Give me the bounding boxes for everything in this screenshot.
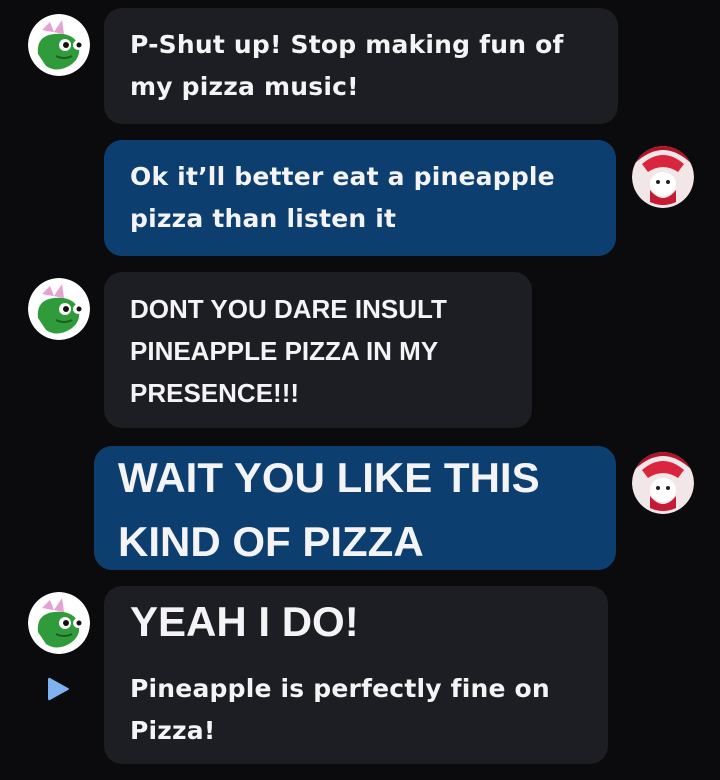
green-character-avatar-icon[interactable]	[28, 278, 90, 340]
message-bubble-1[interactable]: P-Shut up! Stop making fun of my pizza m…	[104, 8, 618, 124]
message-bubble-2[interactable]: Ok it’ll better eat a pineapple pizza th…	[104, 140, 616, 256]
message-bubble-3[interactable]: DONT YOU DARE INSULT PINEAPPLE PIZZA IN …	[104, 272, 532, 428]
message-text-line: WAIT YOU LIKE THIS	[118, 454, 540, 501]
message-text-line: Ok it’ll better eat a pineapple	[130, 162, 555, 191]
message-text-line: Pizza!	[130, 716, 216, 745]
message-heading: YEAH I DO!	[130, 598, 359, 645]
message-text-line: DONT YOU DARE INSULT	[130, 294, 447, 324]
red-character-avatar-icon[interactable]	[632, 452, 694, 514]
message-text-line: PINEAPPLE PIZZA IN MY	[130, 336, 439, 366]
message-text-line: pizza than listen it	[130, 204, 397, 233]
red-character-avatar-icon[interactable]	[632, 146, 694, 208]
message-text-line: KIND OF PIZZA	[118, 518, 424, 565]
message-bubble-5[interactable]: YEAH I DO! Pineapple is perfectly fine o…	[104, 586, 608, 764]
green-character-avatar-icon[interactable]	[28, 14, 90, 76]
message-text-line: PRESENCE!!!	[130, 378, 300, 408]
message-text-line: P-Shut up! Stop making fun of	[130, 30, 564, 59]
green-character-avatar-icon[interactable]	[28, 592, 90, 654]
play-icon[interactable]	[44, 674, 72, 708]
message-text-line: my pizza music!	[130, 72, 359, 101]
message-bubble-4[interactable]: WAIT YOU LIKE THIS KIND OF PIZZA	[94, 446, 616, 570]
message-text-line: Pineapple is perfectly fine on	[130, 674, 550, 703]
